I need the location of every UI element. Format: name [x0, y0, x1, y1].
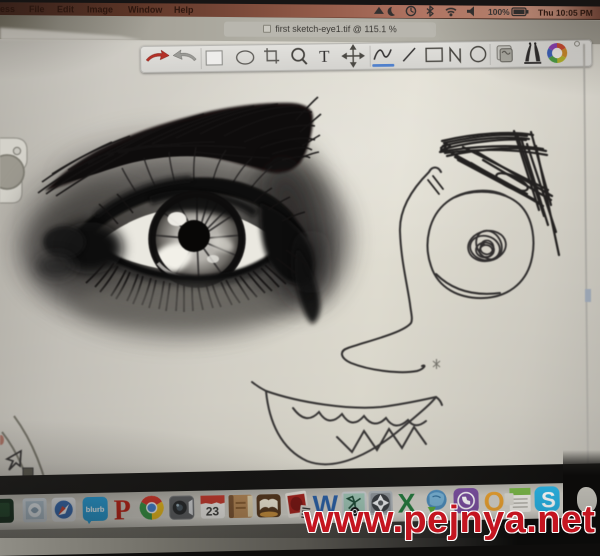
svg-text:23: 23: [206, 504, 220, 518]
svg-text:P: P: [113, 495, 131, 526]
svg-text:blurb: blurb: [86, 505, 105, 514]
